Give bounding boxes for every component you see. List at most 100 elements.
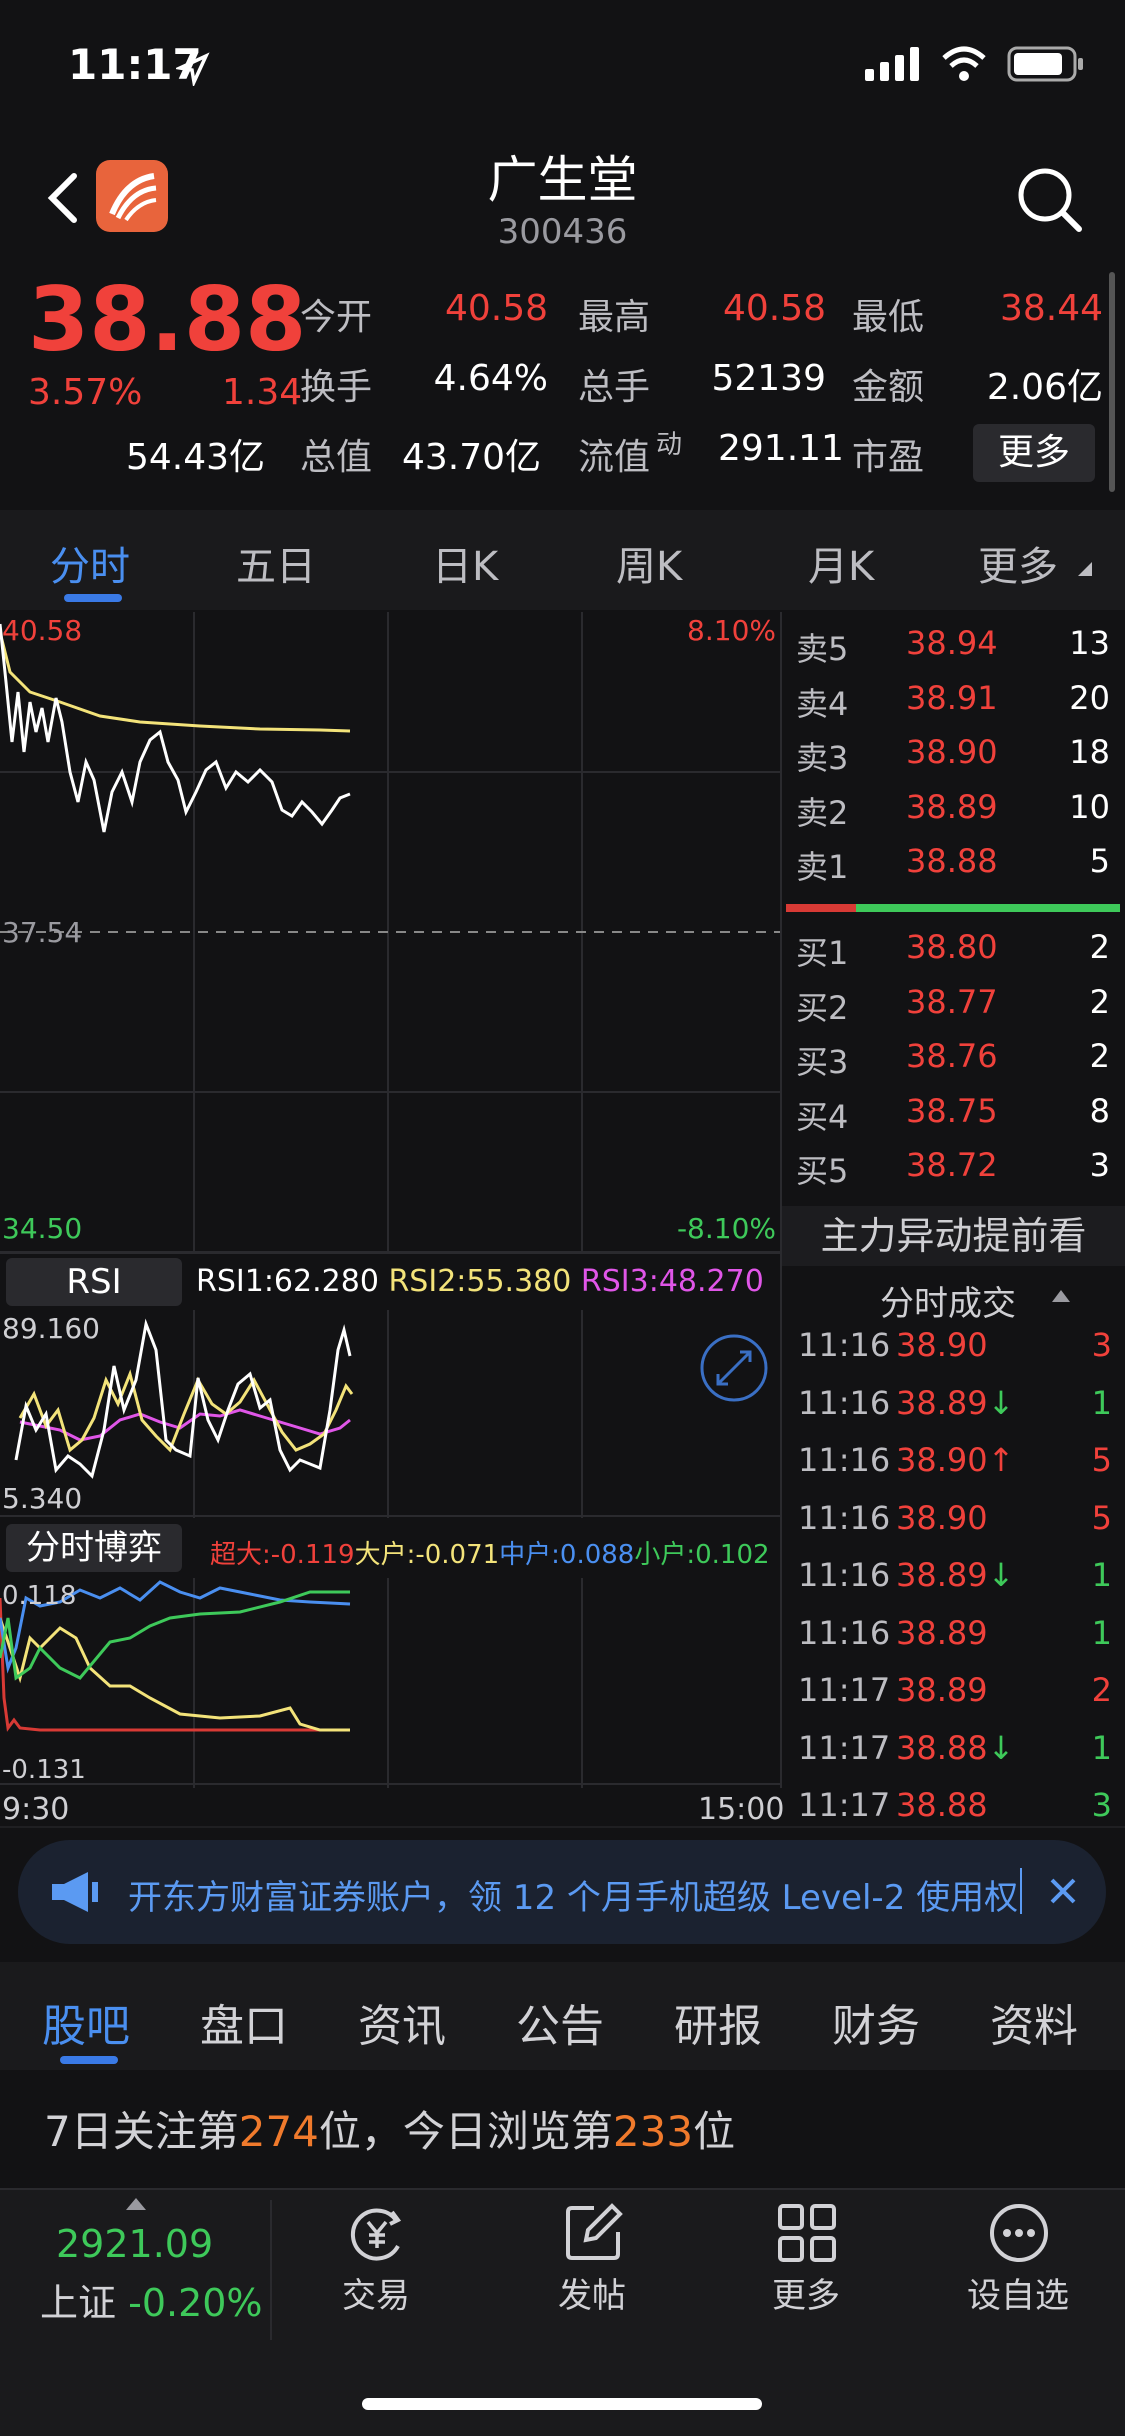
home-indicator[interactable] (362, 2398, 762, 2410)
boyi-legend: 超大:-0.119大户:-0.071中户:0.088小户:0.102 (210, 1534, 770, 1571)
divider (0, 2188, 1125, 2190)
more-nav-button[interactable]: 更多 (736, 2196, 876, 2346)
ref-price-label: 37.54 (2, 916, 82, 949)
stat-value: 43.70亿 (402, 437, 542, 478)
trade-label: 交易 (342, 2276, 410, 2316)
buy-order-row[interactable]: 买3 38.76 2 (796, 1031, 1110, 1085)
tab-profile[interactable]: 资料 (990, 1990, 1078, 2054)
chart-tabs: 分时 五日 日K 周K 月K 更多 (0, 510, 1125, 610)
trade-time: 11:17 (798, 1671, 891, 1709)
trade-row: 11:17 38.88↓ 1 (796, 1723, 1112, 1779)
trade-price: 38.90↑ (896, 1441, 1014, 1479)
index-value: 2921.09 (56, 2222, 214, 2266)
tab-five-day[interactable]: 五日 (236, 534, 316, 592)
sell-price: 38.91 (906, 678, 998, 717)
trade-price-value: 38.90 (896, 1441, 988, 1479)
sell-order-row[interactable]: 卖2 38.89 10 (796, 782, 1110, 836)
search-icon[interactable] (1015, 165, 1085, 235)
trade-price-value: 38.89 (896, 1556, 988, 1594)
scrollbar[interactable] (1109, 272, 1115, 492)
location-arrow-icon (176, 52, 210, 86)
more-dots-icon (990, 2204, 1048, 2262)
rank-prefix: 7日关注第 (44, 2107, 239, 2156)
sort-up-icon[interactable] (1052, 1290, 1070, 1302)
trade-volume: 1 (1091, 1613, 1112, 1652)
index-change: -0.20% (128, 2281, 263, 2325)
sell-order-row[interactable]: 卖5 38.94 13 (796, 618, 1110, 672)
tab-guba[interactable]: 股吧 (42, 1990, 130, 2054)
sell-price: 38.88 (906, 842, 998, 880)
sell-ratio (786, 904, 856, 912)
tab-weekly-k[interactable]: 周K (616, 534, 682, 592)
buy-order-row[interactable]: 买2 38.77 2 (796, 977, 1110, 1031)
trade-volume: 5 (1091, 1498, 1112, 1537)
top-price-label: 40.58 (2, 614, 82, 647)
index-ticker[interactable]: 2921.09 上证 -0.20% (0, 2196, 270, 2356)
expand-icon[interactable] (700, 1334, 768, 1402)
buy-ratio (856, 904, 1120, 912)
post-button[interactable]: 发帖 (522, 2196, 662, 2346)
sell-price: 38.94 (906, 624, 998, 662)
buy-label: 买2 (796, 988, 849, 1027)
promo-banner[interactable]: 开东方财富证券账户，领 12 个月手机超级 Level-2 使用权 (18, 1840, 1106, 1944)
dahu-line (0, 1617, 350, 1732)
tab-finance[interactable]: 财务 (832, 1990, 920, 2054)
change-amount: 1.34 (222, 372, 303, 413)
popularity-rank: 7日关注第274位，今日浏览第233位 (44, 2098, 735, 2159)
tab-pankou[interactable]: 盘口 (200, 1990, 288, 2054)
buy-order-row[interactable]: 买1 38.80 2 (796, 922, 1110, 976)
sell-order-row[interactable]: 卖4 38.91 20 (796, 673, 1110, 727)
bottom-price-label: 34.50 (2, 1212, 82, 1245)
sell-price: 38.89 (906, 787, 998, 826)
trade-price: 38.89 (896, 1671, 988, 1709)
close-icon[interactable] (1048, 1876, 1078, 1906)
buy-label: 买1 (796, 934, 849, 972)
fenshi-boyi-button[interactable]: 分时博弈 (6, 1524, 182, 1572)
intraday-chart[interactable]: 40.58 8.10% 37.54 34.50 -8.10% (0, 612, 780, 1252)
trade-volume: 2 (1091, 1671, 1112, 1709)
buy-volume: 8 (1089, 1091, 1110, 1130)
sell-price: 38.90 (906, 733, 998, 771)
stat-value: 38.44 (999, 288, 1103, 329)
buy-order-row[interactable]: 买4 38.75 8 (796, 1086, 1110, 1140)
more-quote-button[interactable]: 更多 (973, 424, 1095, 482)
buy-price: 38.72 (906, 1146, 998, 1184)
sell-label: 卖4 (796, 684, 849, 723)
sell-order-row[interactable]: 卖3 38.90 18 (796, 727, 1110, 781)
trade-price-value: 38.89 (896, 1383, 988, 1422)
tab-research[interactable]: 研报 (674, 1990, 762, 2054)
tab-announcements[interactable]: 公告 (516, 1990, 604, 2054)
rsi-chart[interactable]: 89.160 5.340 (0, 1310, 780, 1518)
chaoda-value: 超大:-0.119 (210, 1540, 355, 1570)
buy-order-row[interactable]: 买5 38.72 3 (796, 1140, 1110, 1194)
top-pct-label: 8.10% (687, 614, 776, 647)
buy-label: 买5 (796, 1152, 849, 1190)
boyi-chart[interactable]: 0.118 -0.131 (0, 1578, 780, 1788)
rsi-button[interactable]: RSI (6, 1258, 182, 1306)
trade-time: 11:17 (798, 1728, 891, 1767)
trade-time: 11:16 (798, 1441, 891, 1479)
tab-more[interactable]: 更多 (978, 534, 1058, 592)
trade-volume: 1 (1091, 1728, 1112, 1767)
buy-volume: 3 (1089, 1146, 1110, 1184)
stat-label: 金额 (852, 367, 925, 408)
tab-daily-k[interactable]: 日K (432, 534, 498, 592)
stat-label: 今开 (300, 297, 373, 338)
tab-monthly-k[interactable]: 月K (808, 534, 874, 592)
stat-value: 291.11 (718, 428, 844, 469)
add-watchlist-button[interactable]: 设自选 (948, 2196, 1088, 2346)
rsi2-value: RSI2:55.380 (388, 1264, 572, 1299)
trade-row: 11:16 38.89↓ 1 (796, 1378, 1112, 1434)
tab-intraday[interactable]: 分时 (50, 534, 130, 592)
time-start-label: 9:30 (2, 1792, 70, 1827)
trade-price-value: 38.89 (896, 1613, 988, 1652)
main-force-promo[interactable]: 主力异动提前看 (782, 1206, 1125, 1266)
trade-button[interactable]: 交易 (306, 2196, 446, 2346)
trades-title[interactable]: 分时成交 (880, 1276, 1016, 1325)
time-end-label: 15:00 (698, 1792, 785, 1827)
trade-price: 38.88↓ (896, 1729, 1014, 1767)
view-rank: 233 (612, 2107, 694, 2156)
tab-news[interactable]: 资讯 (358, 1990, 446, 2054)
trade-time: 11:16 (798, 1556, 891, 1594)
sell-order-row[interactable]: 卖1 38.88 5 (796, 836, 1110, 890)
